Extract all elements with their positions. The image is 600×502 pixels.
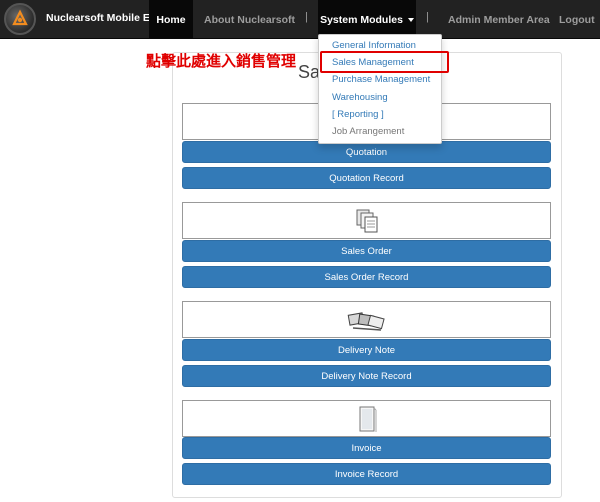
logo-icon: [4, 3, 36, 35]
quotation-record-button[interactable]: Quotation Record: [182, 167, 551, 189]
invoice-page-icon: [359, 406, 376, 432]
dropdown-item-general-information[interactable]: General Information: [332, 40, 416, 51]
delivery-note-record-button[interactable]: Delivery Note Record: [182, 365, 551, 387]
nav-home[interactable]: Home: [149, 0, 193, 39]
annotation-text: 點擊此處進入銷售管理: [146, 52, 297, 70]
page-title: Sales: [298, 62, 320, 82]
delivery-documents-icon: [347, 311, 385, 331]
dropdown-item-reporting[interactable]: [ Reporting ]: [332, 109, 384, 120]
invoice-icon-box: [182, 400, 551, 437]
sales-order-record-button[interactable]: Sales Order Record: [182, 266, 551, 288]
nav-separator: |: [305, 11, 308, 23]
dropdown-item-purchase-management[interactable]: Purchase Management: [332, 74, 430, 85]
top-navbar: Nuclearsoft Mobile ERP Home About Nuclea…: [0, 0, 600, 39]
caret-down-icon: [407, 17, 414, 22]
quotation-button[interactable]: Quotation: [182, 141, 551, 163]
sales-order-icon-box: [182, 202, 551, 239]
invoice-record-button[interactable]: Invoice Record: [182, 463, 551, 485]
nav-separator: |: [426, 11, 429, 23]
delivery-note-button[interactable]: Delivery Note: [182, 339, 551, 361]
delivery-note-icon-box: [182, 301, 551, 338]
nav-logout[interactable]: Logout: [559, 0, 595, 39]
nav-about[interactable]: About Nuclearsoft: [204, 0, 295, 39]
invoice-button[interactable]: Invoice: [182, 437, 551, 459]
annotation-highlight-box: [320, 51, 449, 73]
nav-system-modules-label: System Modules: [320, 13, 403, 26]
dropdown-item-warehousing[interactable]: Warehousing: [332, 92, 388, 103]
nav-admin[interactable]: Admin Member Area: [448, 0, 550, 39]
sales-order-button[interactable]: Sales Order: [182, 240, 551, 262]
dropdown-item-job-arrangement[interactable]: Job Arrangement: [332, 126, 404, 137]
documents-icon: [356, 209, 377, 232]
brand-name: Nuclearsoft Mobile ERP: [46, 12, 165, 24]
